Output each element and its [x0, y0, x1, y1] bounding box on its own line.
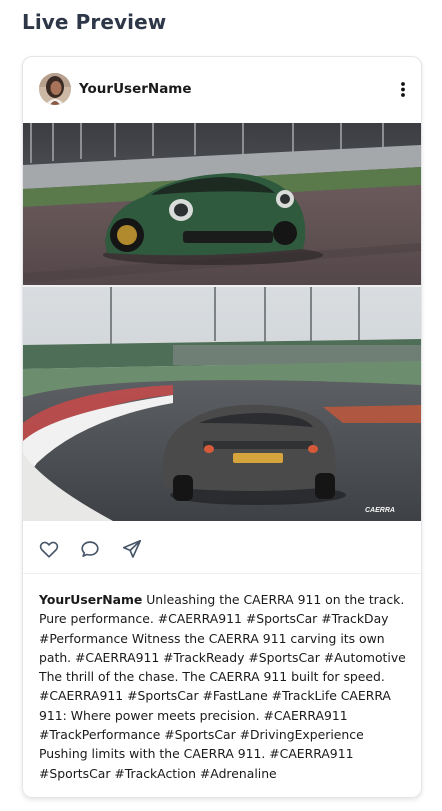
post-username[interactable]: YourUserName	[79, 81, 192, 97]
caption-text: Unleashing the CAERRA 911 on the track. …	[39, 592, 406, 781]
post-image[interactable]: CAERRA	[23, 123, 421, 521]
image-watermark: CAERRA	[365, 507, 395, 514]
post-header: YourUserName	[23, 57, 421, 124]
avatar[interactable]	[39, 73, 71, 105]
comment-button[interactable]	[79, 538, 101, 560]
caption-username[interactable]: YourUserName	[39, 592, 142, 607]
more-options-button[interactable]	[393, 77, 413, 101]
avatar-photo	[39, 73, 71, 105]
share-button[interactable]	[121, 538, 143, 560]
car-photo: CAERRA	[23, 123, 421, 521]
comment-icon	[81, 541, 99, 557]
like-button[interactable]	[38, 538, 60, 560]
heart-icon	[39, 541, 59, 558]
post-preview-card: YourUserName CAERRA YourUserName Unleash…	[22, 56, 422, 798]
page-title: Live Preview	[22, 10, 167, 34]
post-actions-bar	[23, 521, 421, 574]
more-vertical-icon	[401, 82, 405, 97]
post-caption: YourUserName Unleashing the CAERRA 911 o…	[39, 590, 407, 783]
send-icon	[122, 539, 142, 558]
